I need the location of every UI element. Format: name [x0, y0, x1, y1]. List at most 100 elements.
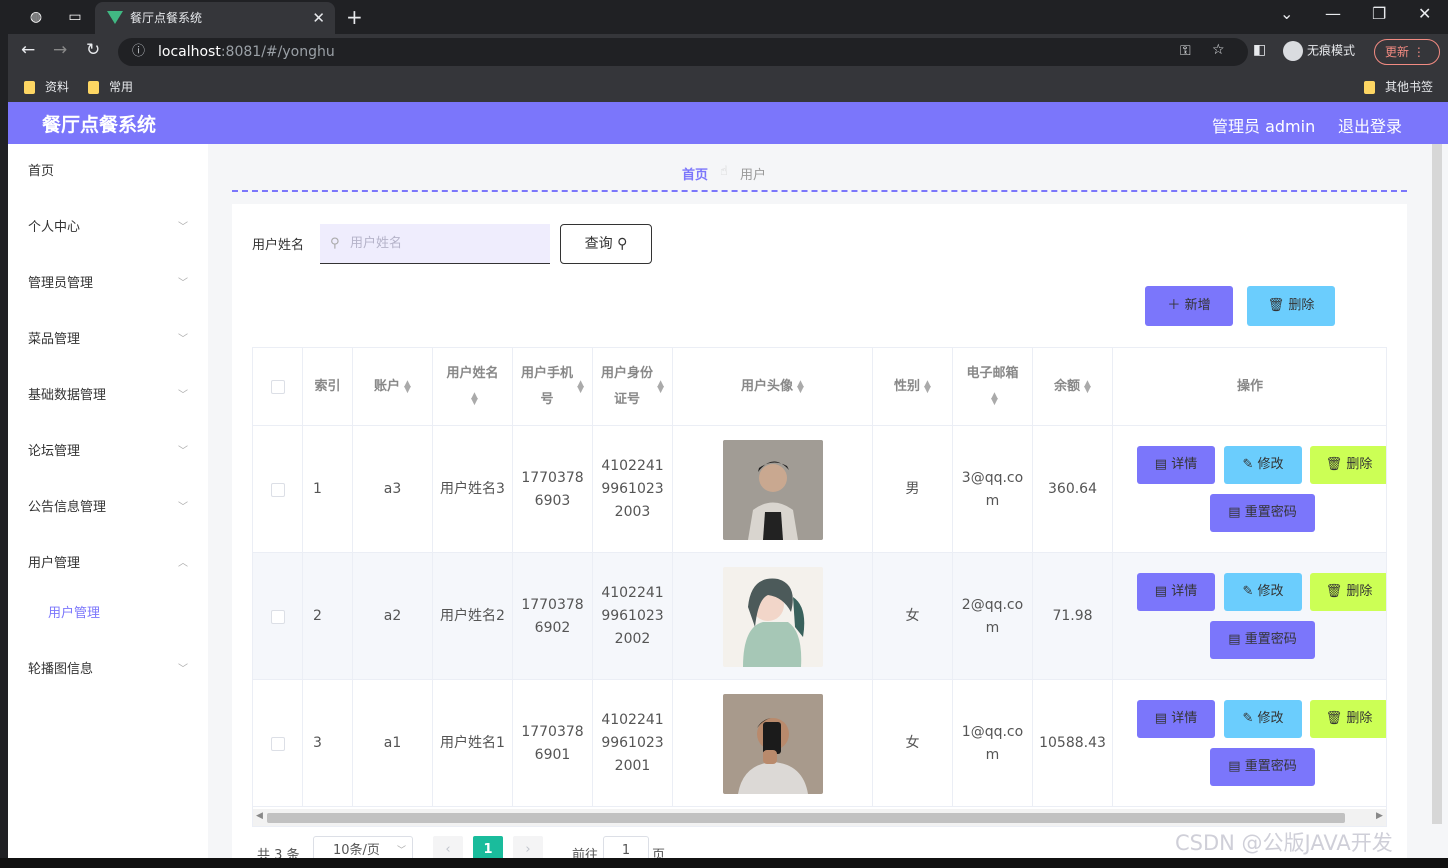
- scroll-left-icon[interactable]: ◀: [256, 811, 263, 821]
- detail-button[interactable]: ▤ 详情: [1137, 573, 1215, 611]
- forward-icon[interactable]: →: [53, 40, 67, 60]
- col-header[interactable]: 用户姓名 ▲ ▼: [433, 348, 513, 426]
- sidebar-item-dishes[interactable]: 菜品管理 ﹀: [8, 312, 208, 368]
- window-icon[interactable]: ▭: [66, 8, 84, 26]
- incognito-indicator[interactable]: 无痕模式: [1283, 41, 1355, 61]
- new-tab-icon[interactable]: +: [346, 5, 363, 29]
- delete-button[interactable]: 🗑 删除: [1310, 446, 1386, 484]
- edit-label: 修改: [1257, 584, 1284, 599]
- sidebar-item-users[interactable]: 用户管理 ︿: [8, 536, 208, 592]
- col-header[interactable]: 性别 ▲ ▼: [873, 348, 953, 426]
- cell-account: a2: [353, 553, 433, 680]
- cell-actions: ▤ 详情 ✎ 修改 🗑 删除 ▤ 重置密码: [1113, 426, 1386, 553]
- cell-avatar: [673, 426, 873, 553]
- back-icon[interactable]: ←: [21, 40, 35, 60]
- delete-button[interactable]: 🗑 删除: [1310, 700, 1386, 738]
- delete-button[interactable]: 🗑 删除: [1310, 573, 1386, 611]
- sidebar-item-forum[interactable]: 论坛管理 ﹀: [8, 424, 208, 480]
- users-table: 索引 账户 ▲ ▼ 用户姓名 ▲ ▼ 用户手机号 ▲ ▼ 用户身份证号 ▲ ▼ 用户头像 ▲ ▼ 性…: [252, 347, 1387, 827]
- reload-icon[interactable]: ↻: [86, 40, 100, 60]
- query-button[interactable]: 查询 ⚲: [560, 224, 652, 264]
- row-checkbox[interactable]: [270, 736, 285, 751]
- col-header[interactable]: 用户头像 ▲ ▼: [673, 348, 873, 426]
- logout-link[interactable]: 退出登录: [1338, 113, 1402, 137]
- sidebar-item-profile[interactable]: 个人中心 ﹀: [8, 200, 208, 256]
- sort-icon[interactable]: ▲ ▼: [991, 392, 998, 407]
- doc-icon: ▤: [1154, 584, 1168, 599]
- bookmark-folder-changyong[interactable]: 常用: [88, 78, 133, 95]
- select-all-checkbox[interactable]: [270, 379, 285, 394]
- reset-password-button[interactable]: ▤ 重置密码: [1210, 621, 1315, 659]
- row-checkbox[interactable]: [270, 482, 285, 497]
- pencil-icon: ✎: [1242, 457, 1254, 472]
- edit-button[interactable]: ✎ 修改: [1224, 446, 1302, 484]
- bookmark-star-icon[interactable]: ☆: [1212, 42, 1225, 58]
- breadcrumb-home[interactable]: 首页: [682, 164, 708, 183]
- cell-index: 3: [303, 680, 353, 807]
- restore-icon[interactable]: ❐: [1372, 4, 1386, 23]
- col-header-label: 账户: [374, 378, 401, 394]
- bookmark-label: 常用: [109, 80, 134, 94]
- sort-icon[interactable]: ▲ ▼: [471, 392, 478, 407]
- col-header[interactable]: 用户身份证号 ▲ ▼: [593, 348, 673, 426]
- sort-icon[interactable]: ▲ ▼: [924, 379, 931, 394]
- bulk-delete-button[interactable]: 🗑 删除: [1247, 286, 1335, 326]
- search-placeholder: 用户姓名: [350, 236, 403, 251]
- cell-idcard: 410224199610232001: [593, 680, 673, 807]
- globe-icon[interactable]: ◍: [27, 8, 45, 26]
- chevron-up-icon: ︿: [178, 558, 188, 569]
- sort-icon[interactable]: ▲ ▼: [577, 379, 584, 394]
- reset-password-button[interactable]: ▤ 重置密码: [1210, 494, 1315, 532]
- col-header[interactable]: 用户手机号 ▲ ▼: [513, 348, 593, 426]
- side-panel-icon[interactable]: ◧: [1253, 42, 1266, 58]
- sort-icon[interactable]: ▲ ▼: [797, 379, 804, 394]
- add-button[interactable]: ＋ 新增: [1145, 286, 1233, 326]
- bookmark-folder-ziliao[interactable]: 资料: [24, 78, 69, 95]
- detail-button[interactable]: ▤ 详情: [1137, 700, 1215, 738]
- other-bookmarks[interactable]: 其他书签: [1364, 78, 1433, 95]
- col-header[interactable]: 电子邮箱 ▲ ▼: [953, 348, 1033, 426]
- incognito-icon: [1283, 41, 1303, 61]
- row-checkbox[interactable]: [270, 609, 285, 624]
- chevron-down-icon: ﹀: [178, 446, 188, 457]
- col-header[interactable]: 余额 ▲ ▼: [1033, 348, 1113, 426]
- watermark: CSDN @公版JAVA开发: [1175, 831, 1393, 855]
- sidebar-item-home[interactable]: 首页: [8, 144, 208, 200]
- sidebar-subitem-users[interactable]: 用户管理: [8, 594, 208, 634]
- sidebar-item-notices[interactable]: 公告信息管理 ﹀: [8, 480, 208, 536]
- sidebar-item-label: 轮播图信息: [28, 662, 94, 677]
- tab-search-icon[interactable]: ⌄: [1280, 4, 1293, 23]
- browser-tab-active[interactable]: 餐厅点餐系统 ✕: [95, 2, 335, 34]
- sidebar-item-carousel[interactable]: 轮播图信息 ﹀: [8, 642, 208, 698]
- edit-button[interactable]: ✎ 修改: [1224, 700, 1302, 738]
- site-info-icon[interactable]: ⓘ: [132, 38, 145, 66]
- edit-button[interactable]: ✎ 修改: [1224, 573, 1302, 611]
- cell-name: 用户姓名1: [433, 680, 513, 807]
- cell-index: 1: [303, 426, 353, 553]
- col-header-label: 性别: [894, 378, 921, 394]
- detail-label: 详情: [1171, 457, 1198, 472]
- close-window-icon[interactable]: ✕: [1418, 4, 1431, 23]
- horizontal-scrollbar[interactable]: ◀ ▶: [253, 809, 1386, 826]
- sort-icon[interactable]: ▲ ▼: [404, 379, 411, 394]
- sort-icon[interactable]: ▲ ▼: [657, 379, 664, 394]
- sort-icon[interactable]: ▲ ▼: [1084, 379, 1091, 394]
- scrollbar-thumb[interactable]: [267, 813, 1345, 823]
- vertical-scrollbar[interactable]: [1432, 144, 1442, 824]
- update-button[interactable]: 更新 ⋮: [1374, 39, 1440, 65]
- sidebar-item-admins[interactable]: 管理员管理 ﹀: [8, 256, 208, 312]
- url-field[interactable]: ⓘ localhost:8081/#/yonghu: [118, 38, 1248, 66]
- scroll-right-icon[interactable]: ▶: [1376, 811, 1383, 821]
- col-header[interactable]: 账户 ▲ ▼: [353, 348, 433, 426]
- trash-icon: 🗑: [1325, 711, 1343, 726]
- col-header-label: 操作: [1236, 378, 1263, 394]
- close-tab-icon[interactable]: ✕: [312, 2, 325, 34]
- reset-password-button[interactable]: ▤ 重置密码: [1210, 748, 1315, 786]
- detail-button[interactable]: ▤ 详情: [1137, 446, 1215, 484]
- minimize-icon[interactable]: —: [1325, 4, 1341, 23]
- search-input[interactable]: ⚲ 用户姓名: [320, 224, 550, 264]
- doc-icon: ▤: [1228, 759, 1241, 774]
- sidebar-item-basedata[interactable]: 基础数据管理 ﹀: [8, 368, 208, 424]
- key-icon[interactable]: ⚿: [1180, 43, 1191, 59]
- reset-label: 重置密码: [1244, 632, 1297, 647]
